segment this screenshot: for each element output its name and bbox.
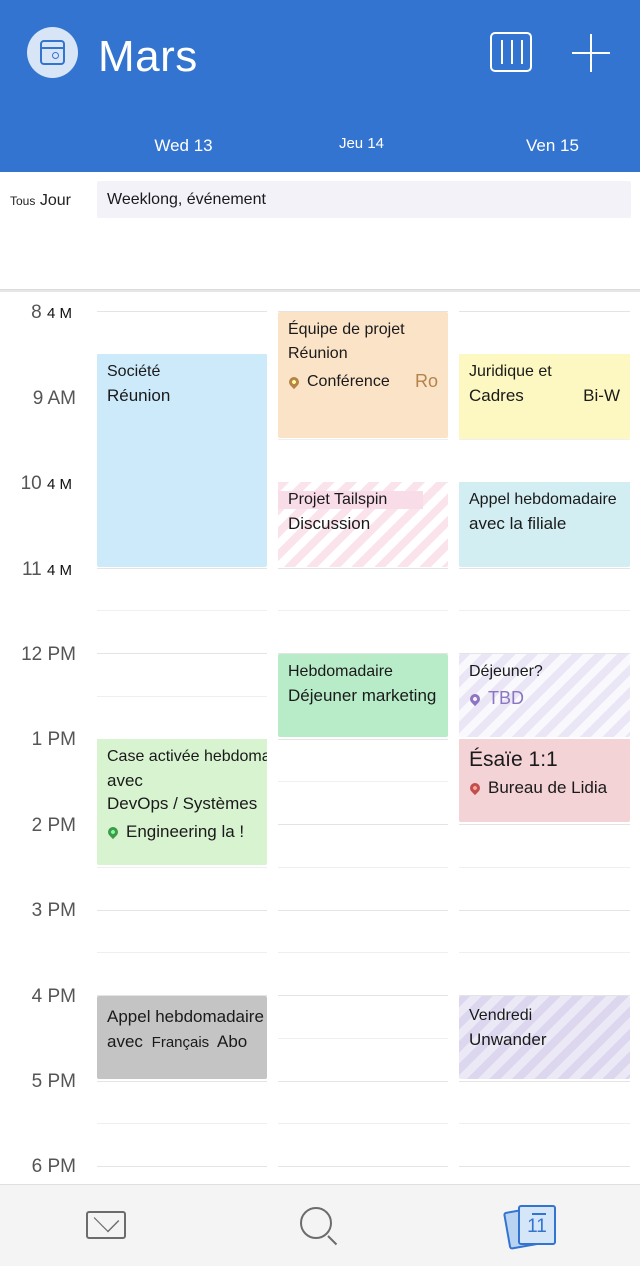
grid-line: [459, 439, 630, 440]
time-label: 1 PM: [31, 729, 76, 750]
grid-line: [97, 910, 267, 911]
time-label: 2 PM: [31, 815, 76, 836]
grid-line: [278, 610, 448, 611]
grid-line: [459, 824, 630, 825]
grid-line: [459, 910, 630, 911]
search-icon[interactable]: [300, 1207, 340, 1247]
event-equipe-projet[interactable]: Équipe de projet Réunion Conférence Ro: [278, 312, 448, 438]
grid-line: [278, 1081, 448, 1082]
time-label: 6 PM: [31, 1156, 76, 1177]
location-pin-icon: [105, 824, 121, 840]
location-pin-icon: [467, 691, 483, 706]
grid-line: [459, 568, 630, 569]
calendar-account-icon[interactable]: [27, 27, 78, 78]
grid-line: [97, 867, 267, 868]
time-label: 11 4 M: [21, 559, 72, 580]
location-pin-icon: [286, 374, 302, 389]
grid-line: [459, 610, 630, 611]
grid-line: [97, 653, 267, 654]
grid-line: [97, 696, 267, 697]
calendar-day-number: 11: [518, 1205, 556, 1245]
grid-line: [278, 995, 448, 996]
grid-line: [97, 1166, 267, 1167]
day-header-thu[interactable]: Jeu 14: [270, 135, 453, 152]
grid-line: [278, 1038, 448, 1039]
grid-line: [97, 610, 267, 611]
day-header-fri[interactable]: Ven 15: [461, 136, 640, 156]
grid-line: [459, 1166, 630, 1167]
time-grid: 8 4 M 9 AM 10 4 M 11 4 M 12 PM 1 PM 2 PM…: [0, 292, 640, 1184]
event-devops[interactable]: Case activée hebdomadaire avec DevOps / …: [97, 739, 267, 865]
grid-line: [278, 1123, 448, 1124]
event-dejeuner-marketing[interactable]: Hebdomadaire Déjeuner marketing: [278, 654, 448, 737]
header: Mars Wed 13 Jeu 14 Ven 15: [0, 0, 640, 172]
time-label: 12 PM: [21, 644, 76, 665]
event-appel-filiale[interactable]: Appel hebdomadaire avec la filiale: [459, 482, 630, 567]
event-vendredi[interactable]: Vendredi Unwander: [459, 996, 630, 1079]
grid-line: [278, 739, 448, 740]
calendar-icon[interactable]: 11: [502, 1203, 562, 1250]
grid-line: [459, 952, 630, 953]
event-projet-tailspin[interactable]: Projet Tailspin Discussion: [278, 482, 448, 567]
grid-line: [278, 824, 448, 825]
all-day-row: Tous Jour Weeklong, événement: [0, 172, 640, 290]
grid-line: [278, 439, 448, 440]
all-day-label: Tous Jour: [10, 192, 71, 209]
grid-line: [97, 1081, 267, 1082]
mail-icon[interactable]: [86, 1211, 126, 1239]
event-esaie[interactable]: Ésaïe 1:1 Bureau de Lidia: [459, 739, 630, 822]
grid-line: [97, 952, 267, 953]
grid-line: [278, 952, 448, 953]
bottom-tab-bar: 11: [0, 1184, 640, 1266]
day-header-wed[interactable]: Wed 13: [92, 136, 275, 156]
event-juridique[interactable]: Juridique et Cadres Bi-W: [459, 354, 630, 439]
time-label: 9 AM: [32, 388, 76, 409]
grid-line: [278, 910, 448, 911]
view-switch-button[interactable]: [490, 32, 532, 72]
grid-line: [278, 568, 448, 569]
event-appel-francais[interactable]: Appel hebdomadaire avec Français Abo: [97, 996, 267, 1079]
grid-line: [459, 1081, 630, 1082]
add-event-button[interactable]: [572, 34, 610, 72]
grid-line: [97, 568, 267, 569]
grid-line: [459, 311, 630, 312]
grid-line: [278, 1166, 448, 1167]
time-label: 3 PM: [31, 900, 76, 921]
time-label: 5 PM: [31, 1071, 76, 1092]
time-label: 10 4 M: [20, 473, 72, 494]
all-day-event[interactable]: Weeklong, événement: [97, 181, 631, 218]
event-societe-reunion[interactable]: Société Réunion: [97, 354, 267, 567]
grid-line: [278, 867, 448, 868]
grid-line: [459, 1123, 630, 1124]
time-label: 4 PM: [31, 986, 76, 1007]
location-pin-icon: [467, 780, 483, 796]
grid-line: [97, 1123, 267, 1124]
grid-line: [459, 867, 630, 868]
month-title[interactable]: Mars: [98, 32, 198, 82]
event-dejeuner[interactable]: Déjeuner? TBD: [459, 654, 630, 737]
time-label: 8 4 M: [31, 302, 72, 323]
grid-line: [97, 311, 267, 312]
grid-line: [278, 781, 448, 782]
